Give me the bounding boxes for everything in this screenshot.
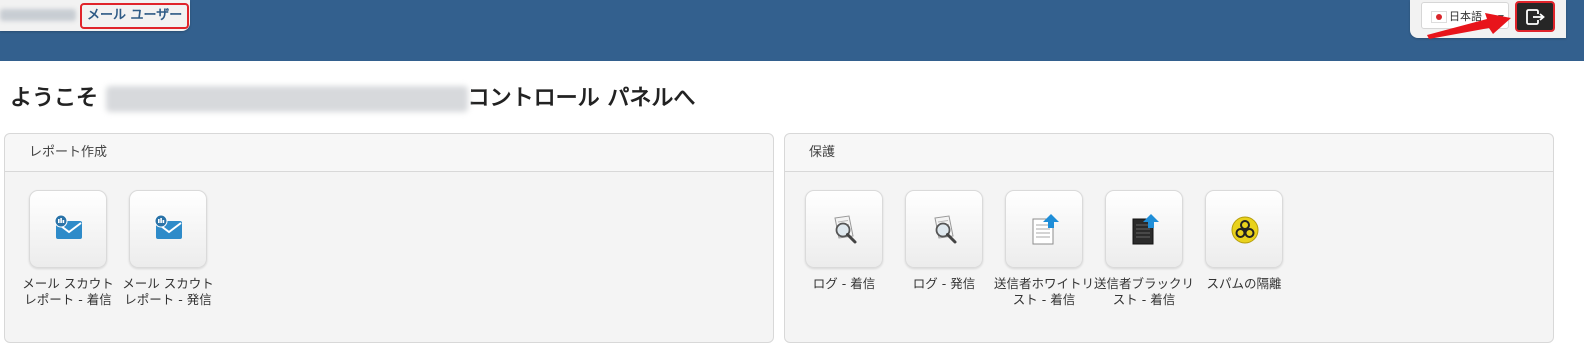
tile-button[interactable] [905, 190, 983, 268]
tile-label: メール スカウト レポート - 発信 [122, 276, 214, 307]
log-search-icon [934, 215, 957, 244]
page-title: ようこそ コントロール パネルへ [10, 84, 695, 114]
top-bar [0, 0, 1584, 61]
tile-button[interactable] [129, 190, 207, 268]
log-search-icon [834, 215, 857, 244]
logout-icon [1526, 9, 1545, 25]
protection-panel: 保護 ログ - 着信 ログ - 発信 送信者ホワイトリスト - 着信 送信者ブラ… [784, 133, 1554, 343]
tile-label: メール スカウト レポート - 着信 [22, 276, 114, 307]
protection-panel-title: 保護 [785, 134, 1553, 172]
tile-label: 送信者ホワイトリスト - 着信 [994, 276, 1095, 307]
tile-button[interactable] [1205, 190, 1283, 268]
tile-button[interactable] [805, 190, 883, 268]
user-email-redacted [0, 9, 76, 21]
email-redacted [105, 86, 468, 112]
reporting-panel: レポート作成 メール スカウト レポート - 着信 メール スカウト レポート … [4, 133, 774, 343]
welcome-suffix: コントロール パネルへ [467, 86, 696, 111]
tile-label: スパムの隔離 [1206, 276, 1282, 291]
tile-label: 送信者ブラックリスト - 着信 [1094, 276, 1195, 307]
tile-button[interactable] [29, 190, 107, 268]
blacklist-icon [1132, 214, 1159, 245]
logout-button[interactable] [1515, 1, 1555, 32]
tile-button[interactable] [1105, 190, 1183, 268]
biohazard-icon [1231, 216, 1259, 244]
user-type-label: メール ユーザー [80, 3, 190, 29]
tile-label: ログ - 着信 [812, 276, 876, 291]
mail-report-icon [154, 214, 182, 239]
annotation-arrow [1427, 13, 1511, 39]
mail-report-icon [54, 214, 82, 239]
tile-button[interactable] [1005, 190, 1083, 268]
reporting-panel-title: レポート作成 [5, 134, 773, 172]
user-info: メール ユーザー [0, 0, 190, 31]
welcome-prefix: ようこそ [10, 86, 106, 111]
whitelist-icon [1032, 214, 1059, 245]
tile-label: ログ - 発信 [912, 276, 976, 291]
